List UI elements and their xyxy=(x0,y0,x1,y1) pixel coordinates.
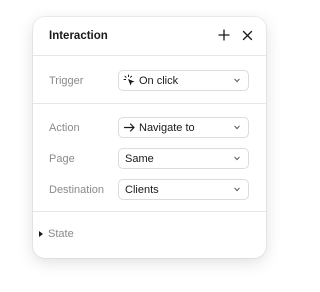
click-icon xyxy=(123,74,135,86)
action-row: Action Navigate to xyxy=(33,115,266,141)
close-icon xyxy=(242,30,252,40)
trigger-row: Trigger On click xyxy=(33,68,266,94)
plus-icon xyxy=(218,29,230,41)
header-divider xyxy=(33,55,266,56)
panel-header: Interaction xyxy=(33,17,266,55)
chevron-down-icon xyxy=(234,187,240,192)
trigger-select[interactable]: On click xyxy=(118,70,249,91)
trigger-label: Trigger xyxy=(49,75,84,87)
page-row: Page Same xyxy=(33,146,266,172)
trigger-value: On click xyxy=(139,75,179,87)
action-divider xyxy=(33,211,266,212)
trigger-divider xyxy=(33,103,266,104)
destination-value: Clients xyxy=(125,184,159,196)
destination-row: Destination Clients xyxy=(33,177,266,203)
page-select[interactable]: Same xyxy=(118,148,249,169)
chevron-down-icon xyxy=(234,78,240,83)
destination-select[interactable]: Clients xyxy=(118,179,249,200)
close-button[interactable] xyxy=(238,26,256,44)
state-label: State xyxy=(48,228,74,240)
add-button[interactable] xyxy=(215,26,233,44)
arrow-right-icon xyxy=(123,123,135,132)
state-section-toggle[interactable]: State xyxy=(33,225,266,245)
interaction-panel: Interaction Trigger On click Action Navi… xyxy=(33,17,266,258)
page-label: Page xyxy=(49,153,75,165)
action-select[interactable]: Navigate to xyxy=(118,117,249,138)
action-value: Navigate to xyxy=(139,122,195,134)
destination-label: Destination xyxy=(49,184,105,196)
panel-title: Interaction xyxy=(49,30,108,42)
chevron-right-icon xyxy=(39,231,43,237)
action-label: Action xyxy=(49,122,80,134)
page-value: Same xyxy=(125,153,154,165)
chevron-down-icon xyxy=(234,125,240,130)
chevron-down-icon xyxy=(234,156,240,161)
